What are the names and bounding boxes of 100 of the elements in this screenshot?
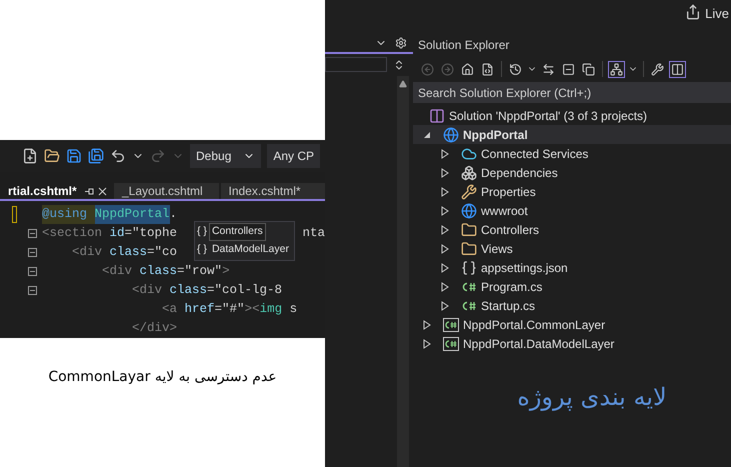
close-icon[interactable] bbox=[98, 186, 107, 196]
collapsed-caret-icon[interactable] bbox=[441, 300, 449, 310]
tree-item[interactable]: Connected Services bbox=[413, 144, 731, 163]
copy-icon[interactable] bbox=[582, 62, 595, 76]
scrollbar[interactable] bbox=[397, 76, 409, 467]
caption: عدم دسترسی به لایه CommonLayar bbox=[48, 368, 277, 387]
tree-item[interactable]: appsettings.json bbox=[413, 258, 731, 277]
namespace-glyph: { } bbox=[197, 224, 207, 240]
tree-item[interactable]: Program.cs bbox=[413, 277, 731, 296]
web-project-icon bbox=[443, 126, 459, 142]
wrench-icon[interactable] bbox=[651, 62, 664, 76]
tree-item[interactable]: NppdPortal bbox=[413, 125, 731, 144]
overlay-title: لایه بندی پروژه bbox=[517, 382, 667, 413]
collapse-region-icon[interactable] bbox=[28, 267, 37, 276]
clock-icon[interactable] bbox=[509, 62, 522, 76]
collapse-region-icon[interactable] bbox=[28, 229, 37, 238]
globe-icon bbox=[461, 202, 477, 218]
tree-item-label: Connected Services bbox=[481, 146, 588, 162]
code-line: <a href="#"><img s bbox=[161, 301, 298, 318]
code-line: </div> bbox=[131, 320, 178, 338]
collapse-icon[interactable] bbox=[562, 62, 575, 76]
csharp-project-icon bbox=[443, 318, 459, 332]
tree-item[interactable]: Solution 'NppdPortal' (3 of 3 projects) bbox=[413, 106, 731, 125]
new-item-icon[interactable] bbox=[22, 148, 38, 164]
collapsed-caret-icon[interactable] bbox=[441, 186, 449, 196]
code-line: <div class="row"> bbox=[101, 263, 230, 280]
pin-icon[interactable] bbox=[84, 186, 94, 196]
editor-tab[interactable]: _Layout.cshtml bbox=[114, 183, 218, 199]
tree-item-label: Dependencies bbox=[481, 164, 558, 182]
tree-item-label: NppdPortal.DataModelLayer bbox=[463, 336, 614, 352]
properties-icon bbox=[461, 184, 477, 200]
tree-item-label: Startup.cs bbox=[481, 298, 536, 314]
code-line: <section id="tophe bbox=[42, 225, 178, 242]
tree-item-label: NppdPortal bbox=[463, 126, 528, 144]
collapsed-caret-icon[interactable] bbox=[441, 244, 449, 254]
completion-label: Controllers bbox=[208, 223, 266, 241]
tree-item-label: Solution 'NppdPortal' (3 of 3 projects) bbox=[449, 108, 648, 124]
scroll-up-icon[interactable] bbox=[399, 80, 407, 88]
collapse-region-icon[interactable] bbox=[28, 286, 37, 295]
code-line: nta bbox=[302, 225, 325, 242]
tree-item-label: Properties bbox=[481, 184, 536, 200]
tree-item-label: NppdPortal.CommonLayer bbox=[463, 316, 606, 334]
tree-item[interactable]: Views bbox=[413, 239, 731, 258]
tree-item[interactable]: Dependencies bbox=[413, 163, 731, 182]
undo-icon[interactable] bbox=[110, 148, 126, 164]
collapsed-caret-icon[interactable] bbox=[441, 262, 449, 272]
open-folder-icon[interactable] bbox=[44, 148, 60, 164]
save-icon[interactable] bbox=[66, 148, 82, 164]
split-icon[interactable] bbox=[393, 58, 405, 70]
tree-icon[interactable] bbox=[610, 62, 623, 76]
collapsed-caret-icon[interactable] bbox=[441, 224, 449, 234]
tree-item-label: Views bbox=[481, 240, 513, 258]
input-field[interactable] bbox=[325, 57, 387, 72]
namespace-glyph: { } bbox=[197, 242, 207, 258]
sync-icon[interactable] bbox=[542, 62, 555, 76]
collapse-region-icon[interactable] bbox=[28, 248, 37, 257]
tab-label: _Layout.cshtml bbox=[122, 183, 203, 200]
json-file-icon bbox=[461, 260, 477, 276]
tree-item-label: appsettings.json bbox=[481, 260, 568, 276]
tree-item[interactable]: Startup.cs bbox=[413, 296, 731, 315]
configuration-dropdown[interactable]: Debug bbox=[190, 144, 262, 168]
completion-item[interactable]: { } DataModelLayer bbox=[195, 241, 294, 259]
collapsed-caret-icon[interactable] bbox=[441, 206, 449, 216]
editor-tab[interactable]: Index.cshtml* bbox=[220, 183, 325, 199]
collapsed-caret-icon[interactable] bbox=[441, 148, 449, 158]
completion-label: DataModelLayer bbox=[210, 242, 290, 258]
tree-item[interactable]: NppdPortal.CommonLayer bbox=[413, 315, 731, 334]
tree-item[interactable]: NppdPortal.DataModelLayer bbox=[413, 334, 731, 353]
search-field[interactable]: Search Solution Explorer (Ctrl+;) bbox=[413, 82, 731, 103]
save-all-icon[interactable] bbox=[88, 148, 104, 164]
cloud-icon bbox=[461, 146, 477, 162]
solution-icon bbox=[429, 108, 445, 124]
dependencies-icon bbox=[461, 164, 477, 180]
code-line: <div class="col-lg-8 bbox=[131, 282, 282, 300]
tree-item[interactable]: Controllers bbox=[413, 220, 731, 239]
live-share-label[interactable]: Live bbox=[705, 4, 729, 24]
configuration-dropdown[interactable]: Any CP bbox=[267, 144, 320, 168]
collapsed-caret-icon[interactable] bbox=[423, 338, 431, 348]
tab-label: Index.cshtml* bbox=[228, 183, 301, 200]
code-line: <div class="co bbox=[71, 244, 178, 262]
csharp-project-icon bbox=[443, 336, 459, 350]
tree-item-label: wwwroot bbox=[481, 202, 528, 220]
folder-icon bbox=[461, 222, 477, 238]
tree-item-label: Controllers bbox=[481, 222, 540, 238]
tree-item[interactable]: Properties bbox=[413, 182, 731, 201]
collapsed-caret-icon[interactable] bbox=[441, 168, 449, 178]
completion-item[interactable]: { } Controllers bbox=[195, 223, 294, 241]
share-icon[interactable] bbox=[685, 4, 702, 20]
settings-icon[interactable] bbox=[395, 37, 407, 49]
collapsed-caret-icon[interactable] bbox=[441, 282, 449, 292]
panel-title: Solution Explorer bbox=[417, 37, 510, 54]
collapsed-caret-icon[interactable] bbox=[423, 320, 431, 330]
tree-item[interactable]: wwwroot bbox=[413, 201, 731, 220]
expanded-caret-icon[interactable] bbox=[423, 130, 431, 138]
csharp-file-icon bbox=[461, 280, 477, 292]
home-icon[interactable] bbox=[461, 62, 474, 76]
tab-label: rtial.cshtml* bbox=[8, 183, 77, 200]
edit-marker bbox=[12, 206, 16, 223]
tree-item-label: Program.cs bbox=[481, 278, 542, 296]
folder-icon bbox=[461, 240, 477, 256]
